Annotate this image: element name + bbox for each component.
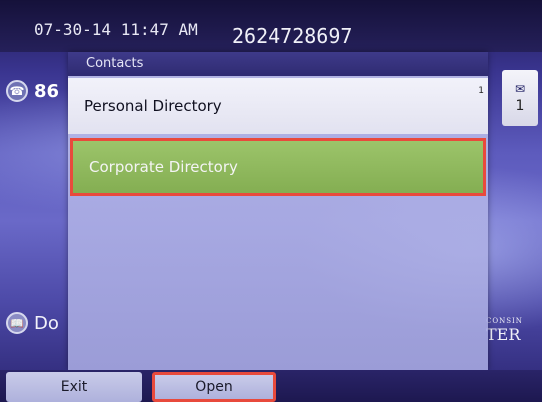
message-count: 1	[515, 98, 525, 114]
brand-sub-text: CONSIN	[486, 317, 523, 325]
line-key[interactable]: ☎ 86	[6, 80, 59, 102]
contacts-panel: Contacts Personal Directory 1 Corporate …	[68, 52, 488, 370]
softkey-bar: Exit Open	[0, 370, 542, 402]
list-item-corporate-directory[interactable]: Corporate Directory	[70, 138, 486, 196]
directory-key-label: Do	[34, 312, 59, 334]
panel-title: Contacts	[68, 52, 488, 76]
open-button[interactable]: Open	[152, 372, 276, 402]
exit-button[interactable]: Exit	[6, 372, 142, 402]
phone-number-label: 2624728697	[232, 24, 353, 48]
directory-key[interactable]: 📖 Do	[6, 312, 59, 334]
line-key-label: 86	[34, 80, 60, 102]
list-item-label: Personal Directory	[84, 97, 222, 115]
list-item-personal-directory[interactable]: Personal Directory 1	[68, 78, 488, 134]
status-bar: 07-30-14 11:47 AM 2624728697	[0, 0, 542, 52]
directory-icon: 📖	[6, 312, 28, 334]
brand-main-text: TER	[486, 325, 521, 344]
list-item-label: Corporate Directory	[89, 158, 238, 176]
brand-logo: CONSIN TER	[486, 318, 542, 343]
envelope-icon: ✉	[514, 82, 526, 96]
datetime-label: 07-30-14 11:47 AM	[34, 20, 198, 39]
handset-icon: ☎	[6, 80, 28, 102]
message-waiting-button[interactable]: ✉ 1	[502, 70, 538, 126]
phone-screen: 07-30-14 11:47 AM 2624728697 ☎ 86 ✉ 1 📖 …	[0, 0, 542, 402]
list-item-count: 1	[478, 86, 484, 96]
